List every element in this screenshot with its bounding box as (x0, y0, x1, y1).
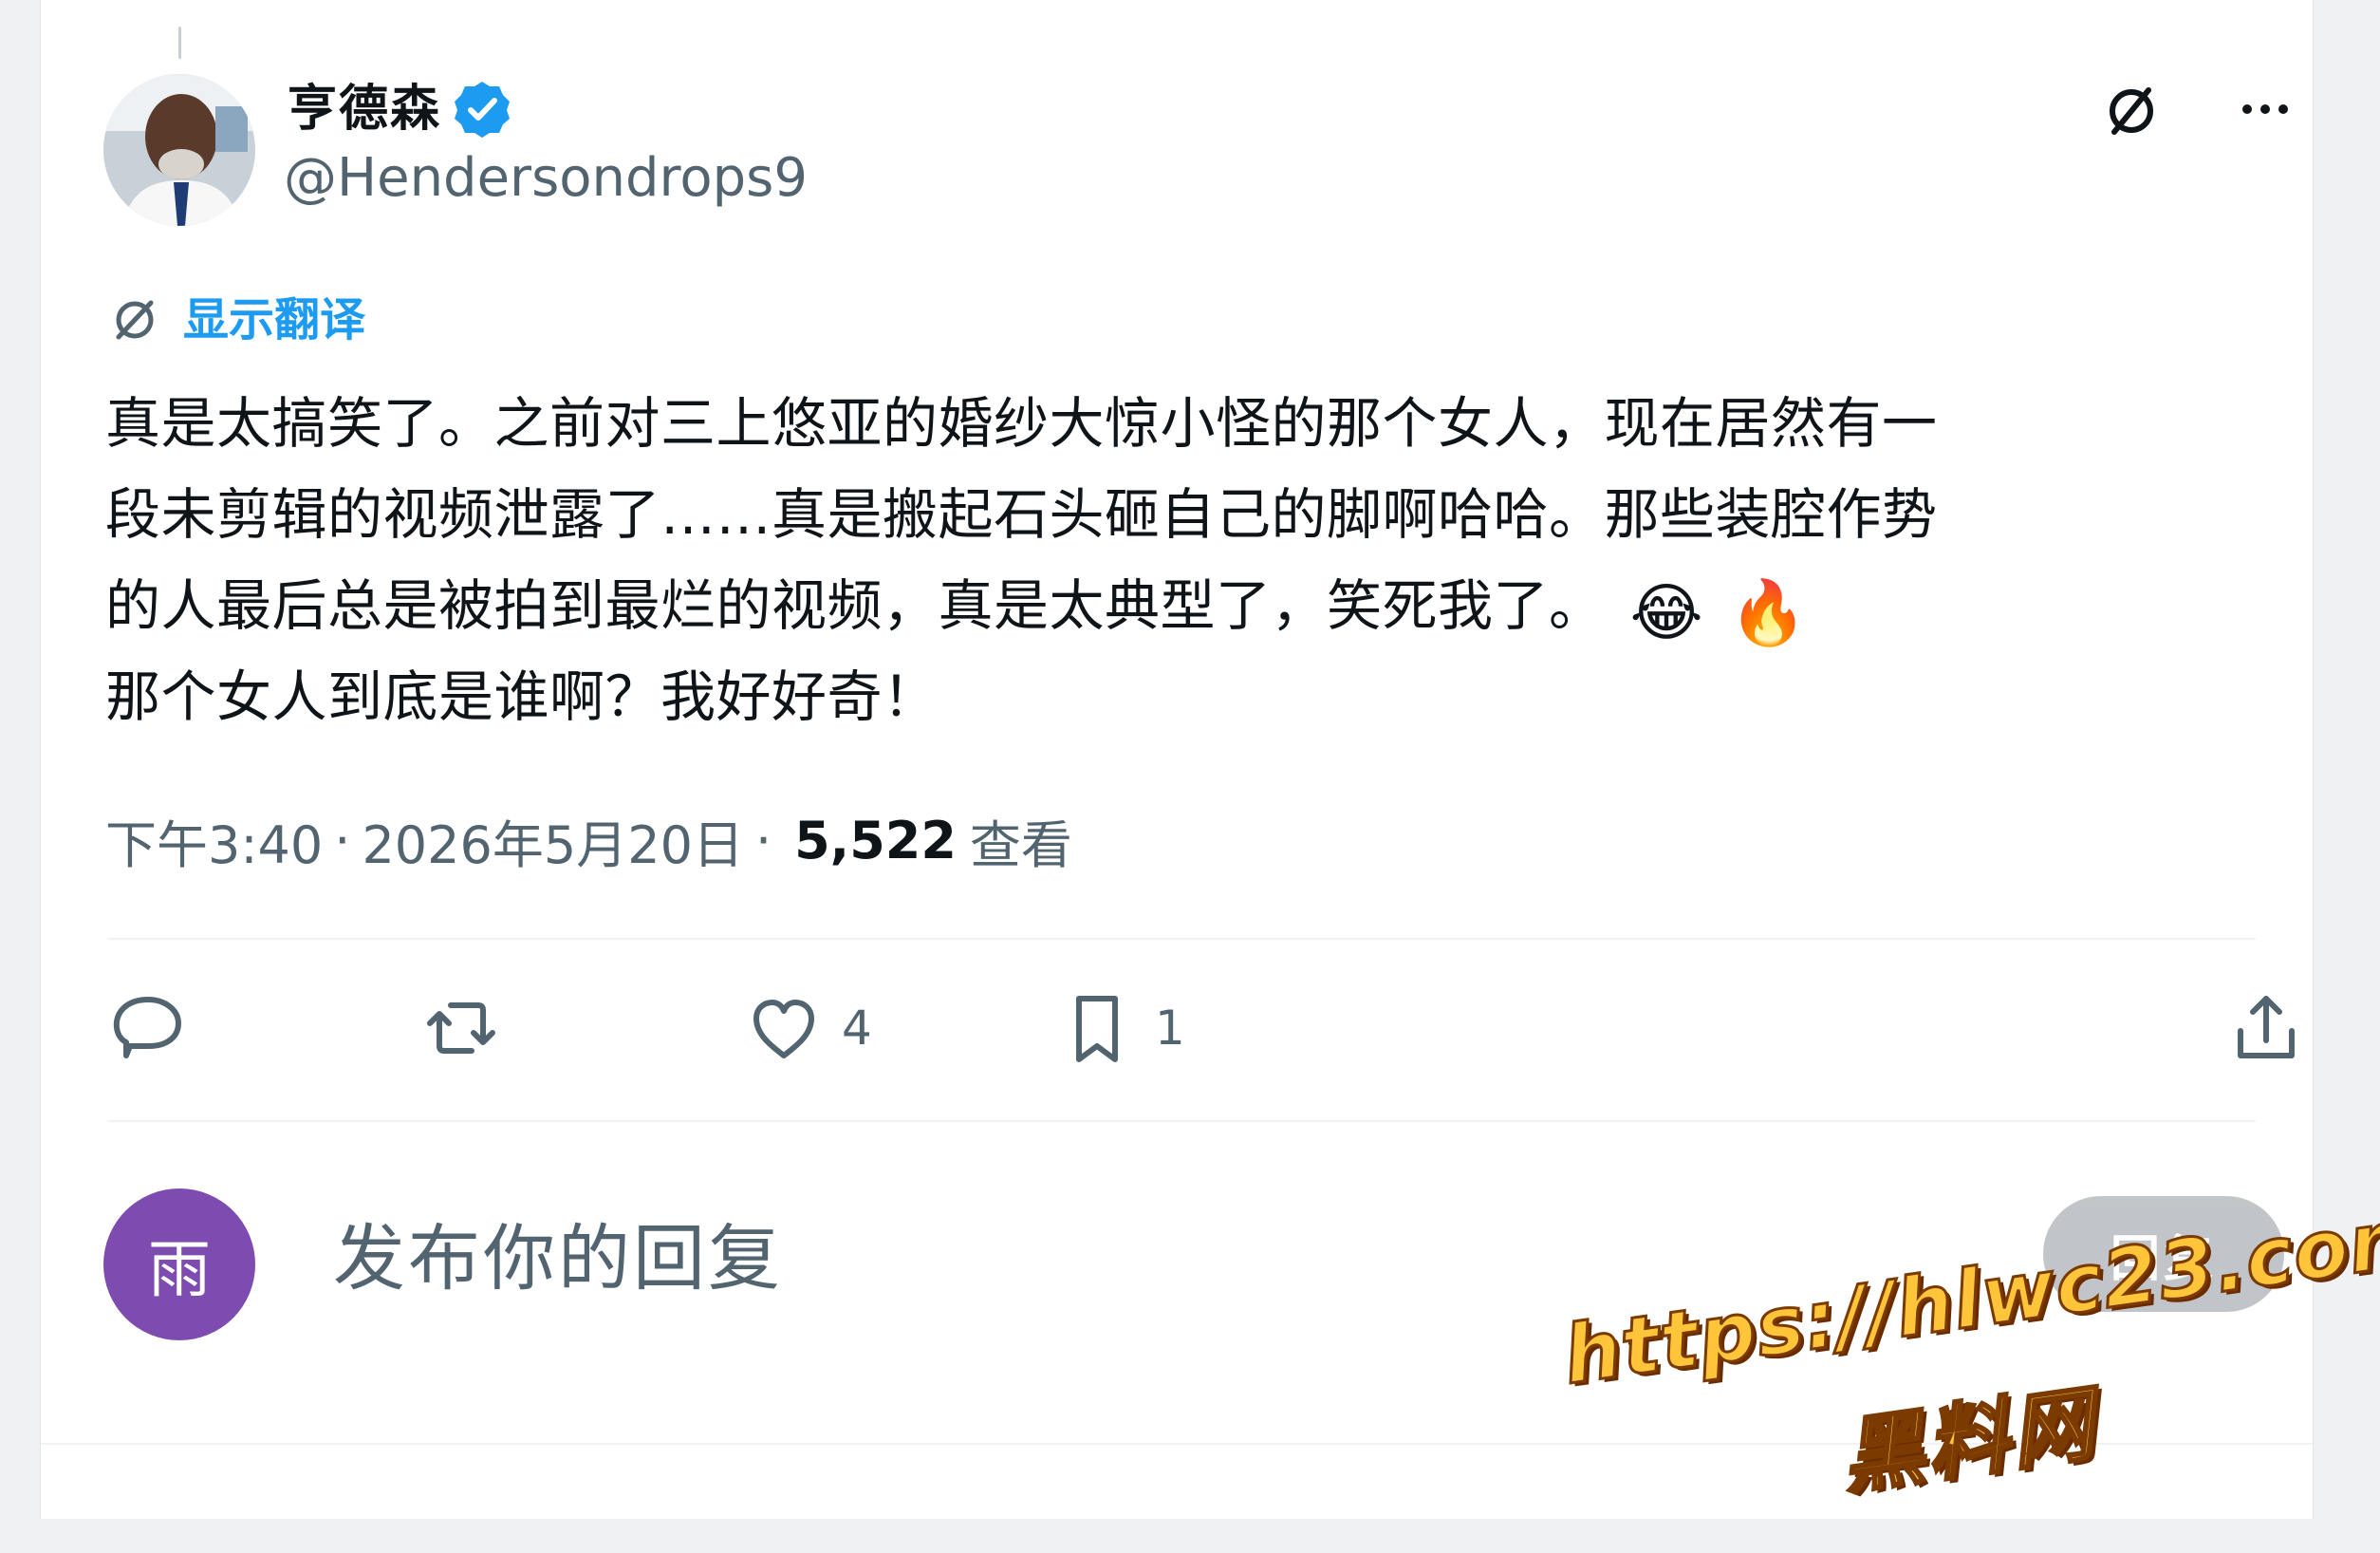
views-label: 查看 (969, 814, 1072, 875)
display-name-row[interactable]: 亨德森 (288, 76, 511, 142)
meta-separator: · (334, 810, 351, 870)
post-top-actions (2079, 76, 2307, 144)
post-card: 亨德森 @Hendersondrops9 显示翻译 真是太搞笑了。之前对三上悠亚… (40, 0, 2314, 1519)
verified-badge-icon (455, 82, 511, 138)
author-avatar[interactable] (103, 74, 255, 226)
like-button[interactable]: 4 (743, 987, 872, 1069)
divider (107, 1120, 2256, 1122)
post-text-line-4: 那个女人到底是谁啊？我好好奇！ (105, 664, 939, 729)
post-meta: 下午3:40 · 2026年5月20日 · 5,522 查看 (105, 807, 1072, 875)
more-horizontal-icon-dot-1 (2242, 104, 2252, 114)
fire-emoji: 🔥 (1729, 576, 1808, 649)
reply-composer: 雨 发布你的回复 回复 (103, 1188, 2305, 1350)
show-translation-link[interactable]: 显示翻译 (183, 297, 365, 343)
repost-button[interactable] (420, 987, 519, 1069)
thread-line (178, 27, 181, 59)
reply-submit-button[interactable]: 回复 (2043, 1196, 2284, 1312)
author-handle[interactable]: @Hendersondrops9 (284, 152, 808, 205)
current-user-avatar[interactable]: 雨 (103, 1188, 255, 1340)
more-options-button[interactable] (2227, 76, 2303, 142)
divider (41, 1443, 2313, 1445)
comment-icon (113, 997, 181, 1058)
post-date[interactable]: 2026年5月20日 (362, 803, 744, 878)
post-text: 真是太搞笑了。之前对三上悠亚的婚纱大惊小怪的那个女人，现在居然有一 段未剪辑的视… (105, 378, 2307, 742)
display-name[interactable]: 亨德森 (288, 84, 441, 134)
author-photo (103, 74, 255, 226)
bookmark-count: 1 (1155, 1001, 1185, 1056)
reply-button[interactable] (107, 987, 206, 1069)
post-text-line-1: 真是太搞笑了。之前对三上悠亚的婚纱大惊小怪的那个女人，现在居然有一 (105, 391, 1938, 456)
post-action-bar: 4 1 (107, 987, 2309, 1069)
views-count: 5,522 (794, 810, 957, 870)
share-icon (2238, 996, 2295, 1058)
more-horizontal-icon-dot-2 (2260, 104, 2270, 114)
heart-icon (753, 1000, 814, 1058)
bookmark-icon (1076, 996, 1118, 1062)
like-count: 4 (842, 1001, 872, 1056)
laughing-emoji: 😂 (1629, 576, 1704, 649)
post-text-line-3: 的人最后总是被拍到最烂的视频，真是太典型了，笑死我了。 (105, 573, 1605, 638)
share-button[interactable] (2225, 987, 2324, 1069)
bookmark-button[interactable]: 1 (1056, 987, 1185, 1069)
post-text-line-3-wrapper: 的人最后总是被拍到最烂的视频，真是太典型了，笑死我了。 😂 🔥 (105, 560, 2307, 651)
repost-icon (427, 1002, 495, 1054)
more-horizontal-icon-dot-3 (2278, 104, 2288, 114)
reply-input[interactable]: 发布你的回复 (333, 1223, 783, 1295)
post-time[interactable]: 下午3:40 (105, 803, 323, 878)
meta-separator: · (754, 810, 772, 870)
post-text-line-2: 段未剪辑的视频泄露了……真是搬起石头砸自己的脚啊哈哈。那些装腔作势 (105, 482, 1938, 547)
divider (107, 938, 2256, 940)
translation-row[interactable]: 显示翻译 (107, 292, 365, 347)
grok-translate-icon (116, 300, 154, 340)
grok-icon[interactable] (2100, 80, 2163, 142)
